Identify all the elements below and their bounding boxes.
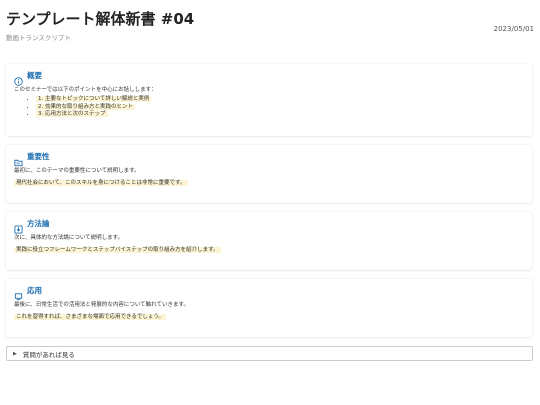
questions-disclosure[interactable]: ▶ 質問があれば見る	[6, 346, 533, 361]
application-title: 応用	[27, 285, 42, 295]
importance-highlight-line: 現代社会において、このスキルを身につけることは非常に重要です。	[14, 179, 524, 187]
methodology-highlight: 実践に役立つフレームワークとステップバイステップの取り組み方を紹介します。	[14, 247, 221, 253]
application-highlight: これを習得すれば、さまざまな場面で応用できるでしょう。	[14, 314, 167, 320]
methodology-card: 方法論 次に、具体的な方法論について説明します。 実践に役立つフレームワークとス…	[6, 212, 532, 270]
overview-points: 1. 主要なトピックについて詳しい解説と実例 2. 効果的な取り組み方と実践のヒ…	[14, 96, 524, 119]
monitor-icon	[14, 286, 23, 300]
folder-icon	[14, 152, 23, 166]
disclosure-arrow-icon[interactable]: ▶	[13, 351, 17, 357]
methodology-highlight-line: 実践に役立つフレームワークとステップバイステップの取り組み方を紹介します。	[14, 246, 524, 254]
list-item: 3. 応用方法と次のステップ	[36, 111, 524, 119]
page-subtitle: 動画トランスクリプト	[6, 34, 71, 42]
importance-title: 重要性	[27, 151, 50, 161]
list-item: 2. 効果的な取り組み方と実践のヒント	[36, 103, 524, 112]
info-icon	[14, 71, 23, 86]
page: テンプレート解体新書 #04 動画トランスクリプト 2023/05/01 概要 …	[0, 0, 540, 405]
overview-card: 概要 このセミナーでは以下のポイントを中心にお話しします： 1. 主要なトピック…	[6, 64, 532, 136]
importance-highlight: 現代社会において、このスキルを身につけることは非常に重要です。	[14, 180, 188, 186]
page-date: 2023/05/01	[493, 25, 534, 33]
application-highlight-line: これを習得すれば、さまざまな場面で応用できるでしょう。	[14, 313, 524, 321]
questions-disclosure-label[interactable]: 質問があれば見る	[23, 349, 75, 359]
list-item: 1. 主要なトピックについて詳しい解説と実例	[36, 96, 524, 104]
overview-intro: このセミナーでは以下のポイントを中心にお話しします：	[14, 87, 157, 93]
page-header: テンプレート解体新書 #04 動画トランスクリプト 2023/05/01	[6, 10, 534, 42]
importance-text: 最初に、このテーマの重要性について説明します。	[14, 168, 140, 174]
methodology-title: 方法論	[27, 218, 50, 228]
application-heading: 応用	[14, 285, 524, 300]
overview-heading: 概要	[14, 70, 524, 86]
application-text: 最後に、日常生活での活用法と発展的な内容について触れていきます。	[14, 302, 189, 308]
importance-card: 重要性 最初に、このテーマの重要性について説明します。 現代社会において、このス…	[6, 145, 532, 203]
download-box-icon	[14, 219, 23, 234]
overview-title: 概要	[27, 70, 42, 80]
methodology-text: 次に、具体的な方法論について説明します。	[14, 235, 124, 241]
methodology-heading: 方法論	[14, 218, 524, 234]
importance-heading: 重要性	[14, 151, 524, 166]
page-title: テンプレート解体新書 #04	[6, 10, 195, 28]
application-card: 応用 最後に、日常生活での活用法と発展的な内容について触れていきます。 これを習…	[6, 279, 532, 337]
